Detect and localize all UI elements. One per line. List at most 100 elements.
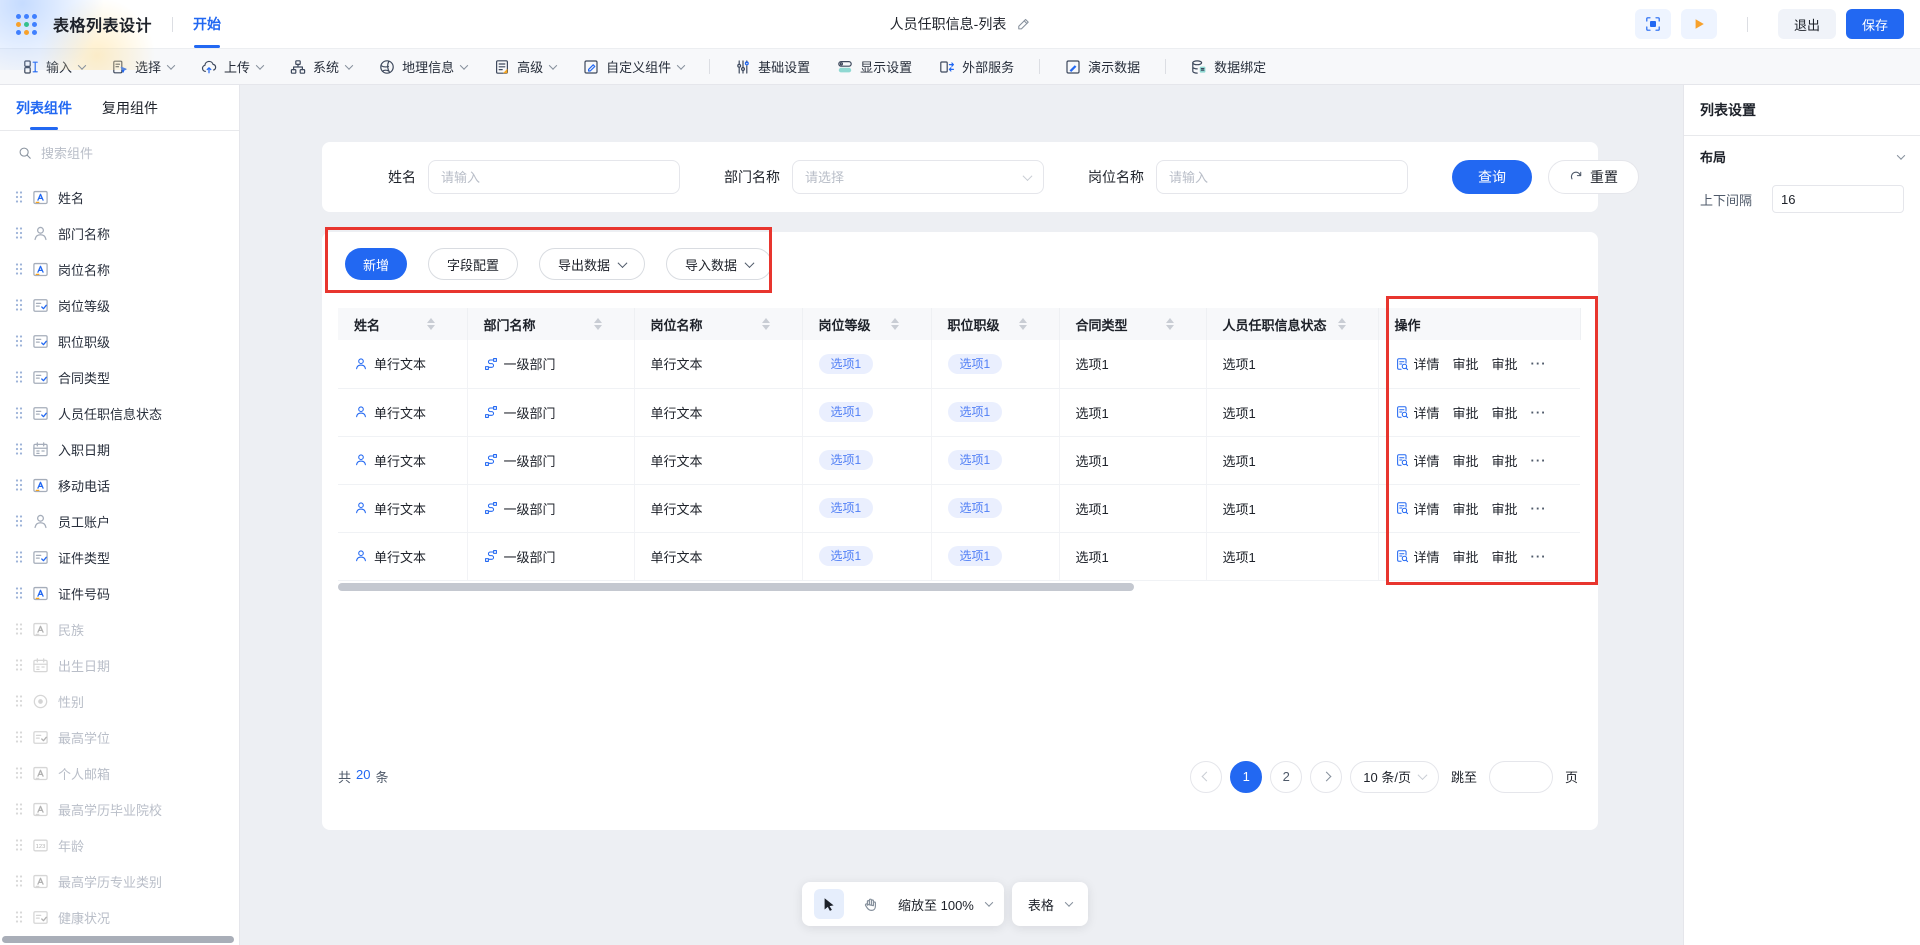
ribbon-item[interactable]: 基础设置 [728, 54, 817, 80]
edit-title-icon[interactable] [1016, 17, 1030, 31]
more-actions-button[interactable]: ··· [1531, 549, 1547, 564]
sidebar-field-item[interactable]: 人员任职信息状态 [0, 395, 239, 431]
ribbon-item[interactable]: 输入 [16, 54, 92, 80]
drag-icon[interactable] [15, 838, 23, 852]
more-actions-button[interactable]: ··· [1531, 405, 1547, 420]
sidebar-field-item[interactable]: 健康状况 [0, 899, 239, 935]
drag-icon[interactable] [15, 766, 23, 780]
sort-control[interactable] [426, 318, 435, 330]
more-actions-button[interactable]: ··· [1531, 356, 1547, 371]
sidebar-field-item[interactable]: 个人邮箱 [0, 755, 239, 791]
sidebar-field-item[interactable]: 最高学位 [0, 719, 239, 755]
sidebar-field-item[interactable]: 最高学历专业类别 [0, 863, 239, 899]
sort-control[interactable] [1018, 318, 1027, 330]
sidebar-tab[interactable]: 列表组件 [16, 85, 72, 130]
sort-control[interactable] [1165, 318, 1174, 330]
filter-input[interactable] [805, 169, 1024, 185]
drag-icon[interactable] [15, 262, 23, 276]
sort-control[interactable] [1337, 318, 1346, 330]
filter-input-box[interactable] [1156, 160, 1408, 194]
approve-link[interactable]: 审批 [1453, 547, 1479, 566]
reset-button[interactable]: 重置 [1548, 160, 1639, 194]
drag-icon[interactable] [15, 370, 23, 384]
approve-link[interactable]: 审批 [1453, 499, 1479, 518]
more-actions-button[interactable]: ··· [1531, 453, 1547, 468]
sidebar-field-item[interactable]: 合同类型 [0, 359, 239, 395]
approve-link[interactable]: 审批 [1492, 354, 1518, 373]
ribbon-item[interactable]: 选择 [105, 54, 181, 80]
drag-icon[interactable] [15, 586, 23, 600]
drag-icon[interactable] [15, 658, 23, 672]
sidebar-field-item[interactable]: 出生日期 [0, 647, 239, 683]
ribbon-item[interactable]: 高级 [487, 54, 563, 80]
page-number-button[interactable]: 2 [1270, 760, 1303, 793]
drag-icon[interactable] [15, 442, 23, 456]
search-button[interactable]: 查询 [1452, 160, 1532, 194]
search-input[interactable] [41, 145, 221, 161]
approve-link[interactable]: 审批 [1492, 451, 1518, 470]
drag-icon[interactable] [15, 622, 23, 636]
more-actions-button[interactable]: ··· [1531, 501, 1547, 516]
sidebar-field-item[interactable]: 入职日期 [0, 431, 239, 467]
drag-icon[interactable] [15, 334, 23, 348]
sidebar-field-item[interactable]: 岗位名称 [0, 251, 239, 287]
sidebar-field-item[interactable]: 证件号码 [0, 575, 239, 611]
filter-input-box[interactable] [792, 160, 1044, 194]
ribbon-item[interactable]: 地理信息 [372, 54, 474, 80]
filter-input[interactable] [1169, 169, 1395, 185]
detail-link[interactable]: 详情 [1414, 403, 1440, 422]
page-size-select[interactable]: 10 条/页 [1350, 760, 1439, 793]
sidebar-field-item[interactable]: 部门名称 [0, 215, 239, 251]
page-number-button[interactable]: 1 [1230, 760, 1263, 793]
sidebar-field-item[interactable]: 最高学历毕业院校 [0, 791, 239, 827]
drag-icon[interactable] [15, 406, 23, 420]
approve-link[interactable]: 审批 [1453, 403, 1479, 422]
sidebar-field-item[interactable]: 性别 [0, 683, 239, 719]
approve-link[interactable]: 审批 [1453, 354, 1479, 373]
sidebar-field-item[interactable]: 姓名 [0, 179, 239, 215]
detail-link[interactable]: 详情 [1414, 547, 1440, 566]
ribbon-item[interactable]: 自定义组件 [576, 54, 691, 80]
save-button[interactable]: 保存 [1845, 9, 1904, 39]
drag-icon[interactable] [15, 514, 23, 528]
ribbon-item[interactable]: 系统 [283, 54, 359, 80]
sidebar-field-item[interactable]: 岗位等级 [0, 287, 239, 323]
sidebar-field-item[interactable]: 职位职级 [0, 323, 239, 359]
ribbon-item[interactable]: 演示数据 [1058, 54, 1147, 80]
sidebar-tab[interactable]: 复用组件 [102, 85, 158, 130]
drag-icon[interactable] [15, 730, 23, 744]
drag-icon[interactable] [15, 226, 23, 240]
tab-start[interactable]: 开始 [193, 0, 221, 48]
sidebar-field-item[interactable]: 民族 [0, 611, 239, 647]
drag-icon[interactable] [15, 190, 23, 204]
layout-section-header[interactable]: 布局 [1684, 135, 1920, 177]
drag-icon[interactable] [15, 694, 23, 708]
detail-link[interactable]: 详情 [1414, 451, 1440, 470]
drag-icon[interactable] [15, 298, 23, 312]
approve-link[interactable]: 审批 [1453, 451, 1479, 470]
approve-link[interactable]: 审批 [1492, 547, 1518, 566]
sort-control[interactable] [761, 318, 770, 330]
drag-icon[interactable] [15, 550, 23, 564]
approve-link[interactable]: 审批 [1492, 403, 1518, 422]
zoom-level-select[interactable]: 缩放至 100% [898, 895, 974, 914]
drag-icon[interactable] [15, 874, 23, 888]
filter-input-box[interactable] [428, 160, 680, 194]
jump-page-input[interactable] [1488, 760, 1553, 793]
sidebar-field-item[interactable]: 123 年龄 [0, 827, 239, 863]
sidebar-field-item[interactable]: 移动电话 [0, 467, 239, 503]
ribbon-item[interactable]: 显示设置 [830, 54, 919, 80]
ribbon-item[interactable]: 外部服务 [932, 54, 1021, 80]
detail-link[interactable]: 详情 [1414, 499, 1440, 518]
drag-icon[interactable] [15, 910, 23, 924]
cursor-tool-button[interactable] [814, 889, 844, 919]
import-data-button[interactable]: 导入数据 [666, 248, 773, 280]
ribbon-item[interactable]: 上传 [194, 54, 270, 80]
sort-control[interactable] [593, 318, 602, 330]
add-button[interactable]: 新增 [345, 248, 408, 280]
spacing-input[interactable] [1772, 185, 1904, 213]
hand-tool-button[interactable] [856, 889, 886, 919]
sidebar-field-item[interactable]: 员工账户 [0, 503, 239, 539]
ribbon-item[interactable]: 数据绑定 [1184, 54, 1273, 80]
next-page-button[interactable] [1310, 760, 1343, 793]
